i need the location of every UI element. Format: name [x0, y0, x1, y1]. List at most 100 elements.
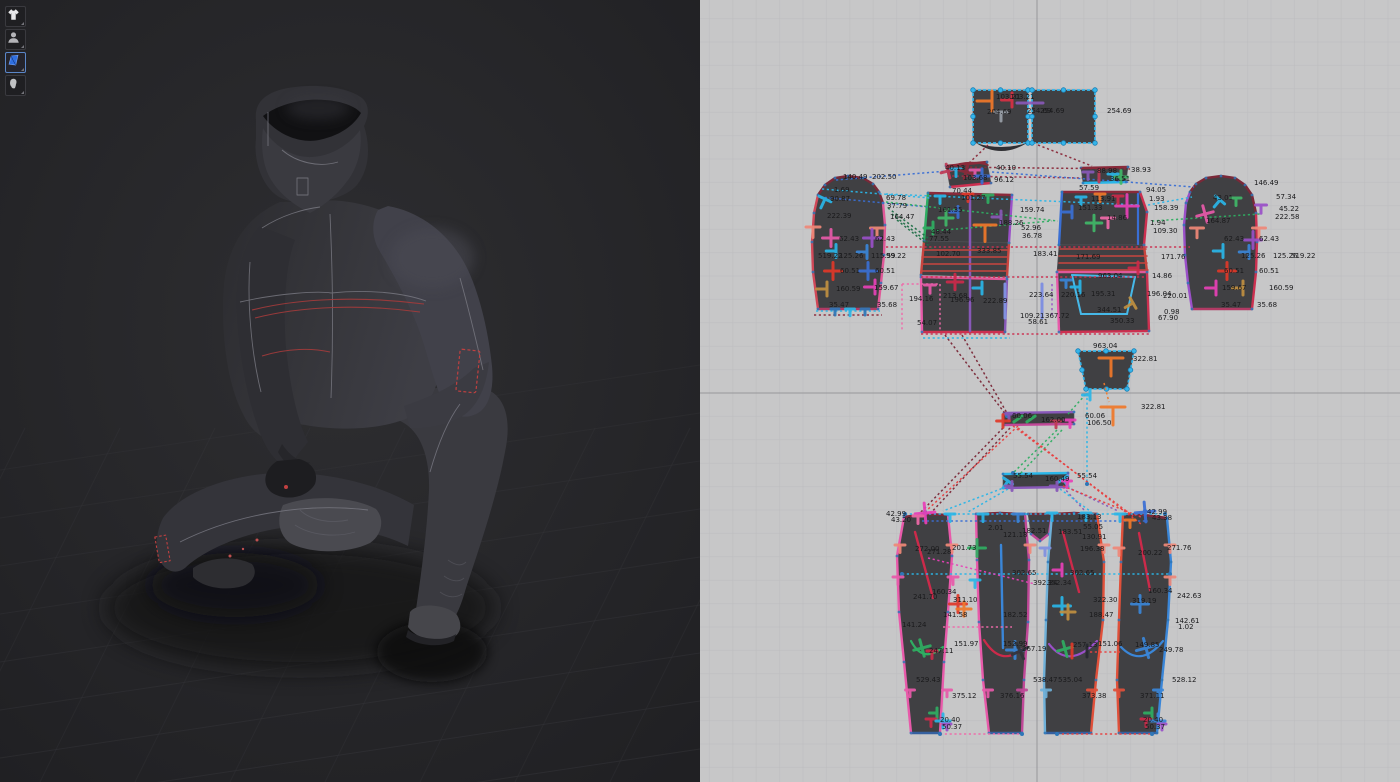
svg-text:164.87: 164.87: [1206, 217, 1231, 225]
svg-text:36.51: 36.51: [1110, 175, 1130, 183]
svg-text:60.51: 60.51: [1224, 267, 1244, 275]
svg-text:62.43: 62.43: [1224, 235, 1244, 243]
svg-text:35.68: 35.68: [1257, 301, 1277, 309]
svg-text:37.79: 37.79: [887, 202, 907, 210]
pattern-canvas[interactable]: 103.21103.21204.69254.69254.69254.6940.1…: [700, 0, 1400, 782]
svg-text:271.76: 271.76: [1167, 544, 1192, 552]
svg-text:106.50: 106.50: [1087, 419, 1112, 427]
svg-text:350.33: 350.33: [1110, 317, 1135, 325]
svg-text:963.04: 963.04: [1093, 342, 1118, 350]
svg-text:222.39: 222.39: [827, 212, 852, 220]
svg-text:55.05: 55.05: [1083, 523, 1103, 531]
svg-text:271.28: 271.28: [927, 548, 952, 556]
garment-design-app: 103.21103.21204.69254.69254.69254.6940.1…: [0, 0, 1400, 782]
svg-text:242.63: 242.63: [1177, 592, 1202, 600]
pattern-piece-bodice-left-mid[interactable]: [920, 240, 1011, 279]
shin-left: [279, 498, 381, 551]
svg-text:375.12: 375.12: [952, 692, 977, 700]
show-garment-button[interactable]: [5, 6, 26, 27]
viewport-3d[interactable]: [0, 0, 700, 782]
svg-text:267.19: 267.19: [1022, 645, 1047, 653]
svg-text:57.59: 57.59: [1079, 184, 1099, 192]
bust-icon: [6, 30, 21, 45]
svg-text:371.11: 371.11: [1140, 692, 1165, 700]
svg-text:535.04: 535.04: [1058, 676, 1083, 684]
svg-text:196.38: 196.38: [1080, 545, 1105, 553]
svg-text:60.51: 60.51: [1259, 267, 1279, 275]
svg-text:222.89: 222.89: [983, 297, 1008, 305]
svg-text:160.34: 160.34: [1148, 587, 1173, 595]
svg-text:45.22: 45.22: [1279, 205, 1299, 213]
svg-text:62.43: 62.43: [839, 235, 859, 243]
svg-text:103.21: 103.21: [1010, 93, 1035, 101]
svg-text:1.93: 1.93: [1149, 195, 1165, 203]
svg-text:322.81: 322.81: [1141, 403, 1166, 411]
svg-text:254.69: 254.69: [1107, 107, 1132, 115]
svg-text:146.49: 146.49: [1254, 179, 1279, 187]
svg-text:319.19: 319.19: [1132, 597, 1157, 605]
svg-text:99.22: 99.22: [886, 252, 906, 260]
svg-text:201.73: 201.73: [952, 544, 977, 552]
svg-text:2.01: 2.01: [988, 524, 1004, 532]
show-head-button[interactable]: [5, 75, 26, 96]
svg-text:200.22: 200.22: [1138, 549, 1163, 557]
svg-text:43.38: 43.38: [1152, 514, 1172, 522]
svg-text:333.85: 333.85: [977, 247, 1002, 255]
svg-text:69.78: 69.78: [886, 194, 906, 202]
svg-text:90.87: 90.87: [830, 195, 850, 203]
svg-text:528.12: 528.12: [1172, 676, 1197, 684]
svg-text:35.47: 35.47: [829, 301, 849, 309]
svg-text:62.43: 62.43: [1259, 235, 1279, 243]
svg-text:130.91: 130.91: [1082, 533, 1107, 541]
svg-text:194.16: 194.16: [909, 295, 934, 303]
svg-text:183.41: 183.41: [1033, 250, 1058, 258]
show-avatar-button[interactable]: [5, 29, 26, 50]
svg-text:202.50: 202.50: [872, 173, 897, 181]
svg-text:60.51: 60.51: [840, 267, 860, 275]
svg-text:164.47: 164.47: [890, 213, 915, 221]
svg-text:302.65: 302.65: [1012, 569, 1037, 577]
svg-text:254.69: 254.69: [1040, 107, 1065, 115]
svg-text:159.74: 159.74: [1020, 206, 1045, 214]
pattern-piece-front-panel-right[interactable]: [1030, 88, 1098, 146]
pattern-editor-2d[interactable]: 103.21103.21204.69254.69254.69254.6940.1…: [700, 0, 1400, 782]
svg-text:352.34: 352.34: [1047, 579, 1072, 587]
svg-text:77.55: 77.55: [929, 235, 949, 243]
svg-text:57.34: 57.34: [1276, 193, 1297, 201]
svg-text:220.01: 220.01: [1163, 292, 1188, 300]
svg-text:159.67: 159.67: [1222, 284, 1247, 292]
svg-text:43.01: 43.01: [1213, 194, 1233, 202]
svg-text:322.81: 322.81: [1133, 355, 1158, 363]
svg-text:171.69: 171.69: [1076, 253, 1101, 261]
svg-text:113.91: 113.91: [1091, 195, 1116, 203]
svg-text:1.69: 1.69: [834, 186, 850, 194]
svg-text:220.16: 220.16: [1061, 291, 1086, 299]
svg-text:311.10: 311.10: [953, 596, 978, 604]
svg-text:103.68: 103.68: [963, 174, 988, 182]
svg-text:88.98: 88.98: [1097, 167, 1117, 175]
svg-text:159.67: 159.67: [874, 284, 899, 292]
svg-text:62.43: 62.43: [875, 235, 895, 243]
svg-text:161.35: 161.35: [938, 206, 963, 214]
svg-text:35.68: 35.68: [877, 301, 897, 309]
svg-text:36.78: 36.78: [1022, 232, 1042, 240]
svg-text:94.05: 94.05: [1146, 186, 1166, 194]
svg-text:40.13: 40.13: [945, 164, 965, 172]
svg-text:43.20: 43.20: [891, 516, 911, 524]
svg-text:322.30: 322.30: [1093, 596, 1118, 604]
svg-text:50.37: 50.37: [942, 723, 962, 731]
show-2d-pattern-button[interactable]: [5, 52, 26, 73]
svg-text:50.37: 50.37: [1145, 723, 1165, 731]
viewport-toolbar: [5, 6, 26, 96]
svg-text:60.06: 60.06: [1012, 412, 1033, 420]
svg-text:38.93: 38.93: [1131, 166, 1151, 174]
svg-text:196.96: 196.96: [950, 296, 975, 304]
svg-text:151.06: 151.06: [1098, 640, 1123, 648]
svg-text:223.64: 223.64: [1029, 291, 1054, 299]
svg-text:125.26: 125.26: [1241, 252, 1266, 260]
svg-text:188.47: 188.47: [1089, 611, 1114, 619]
svg-text:222.58: 222.58: [1275, 213, 1300, 221]
scene-3d: [0, 0, 700, 782]
pattern-icon: [6, 53, 21, 68]
svg-text:963.04: 963.04: [1098, 272, 1123, 280]
